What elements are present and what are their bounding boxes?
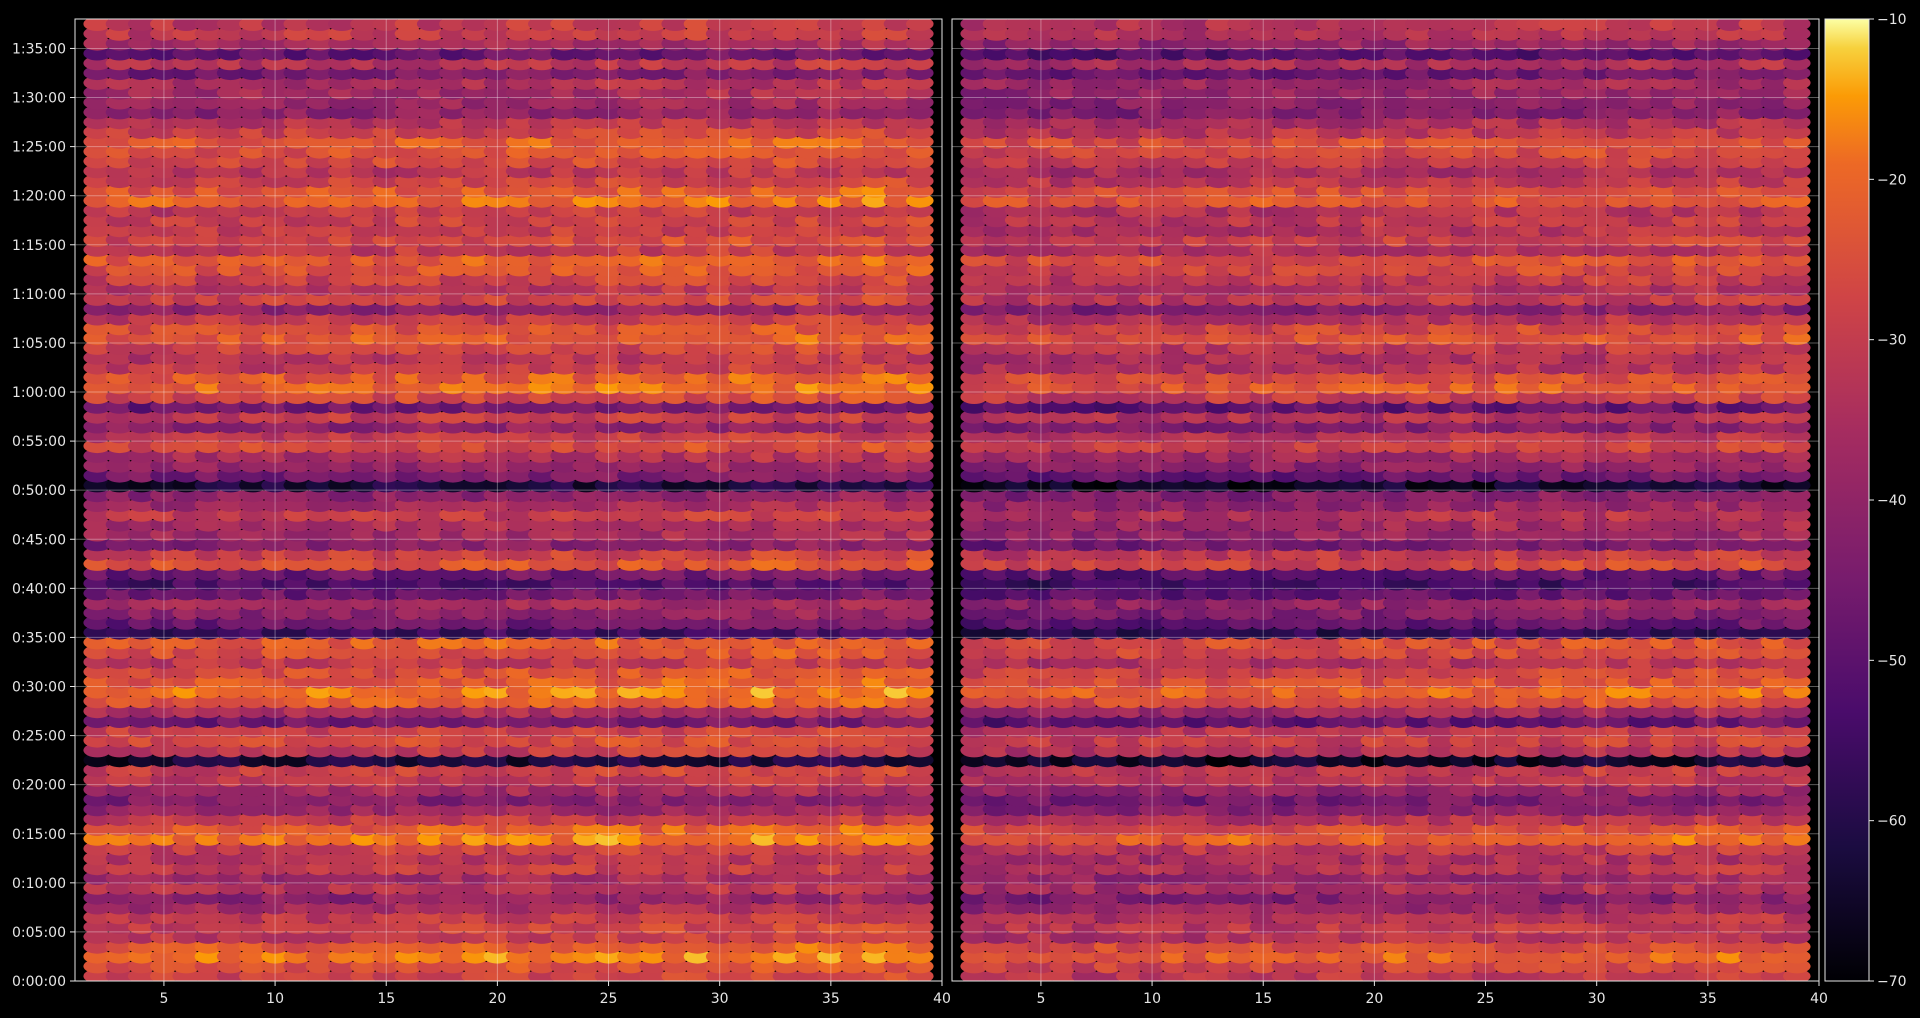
- right-heatmap-panel: [951, 18, 1820, 982]
- left-heatmap-panel: [74, 18, 943, 982]
- heatmap-chart: 0:00:00 0:05:00 0:10:00 0:15:00 0:20:00 0:25:…: [0, 0, 1920, 1018]
- chart-canvas: 0:00:000:05:000:10:000:15:000:20:000:25:…: [12, 12, 1907, 1007]
